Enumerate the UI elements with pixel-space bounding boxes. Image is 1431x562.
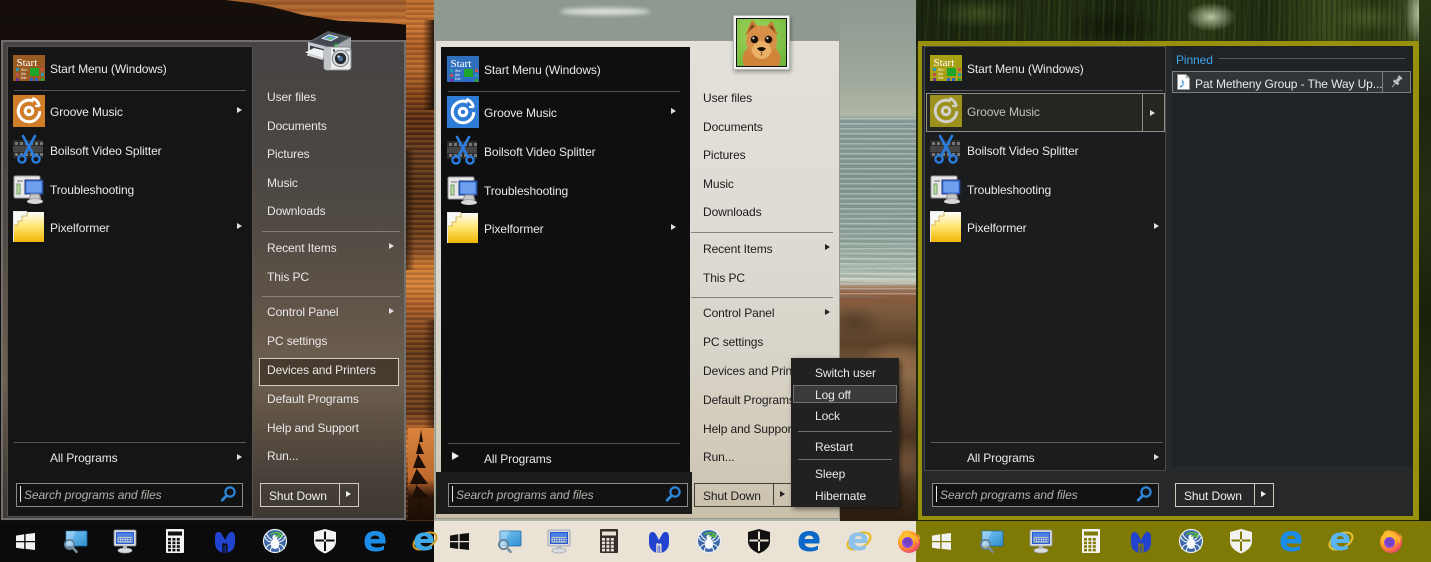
svg-text:Edv: Edv <box>455 77 461 81</box>
svg-text:Edv: Edv <box>21 76 27 80</box>
svg-text:♪: ♪ <box>1179 75 1186 91</box>
svg-text:Edv: Edv <box>938 76 944 80</box>
